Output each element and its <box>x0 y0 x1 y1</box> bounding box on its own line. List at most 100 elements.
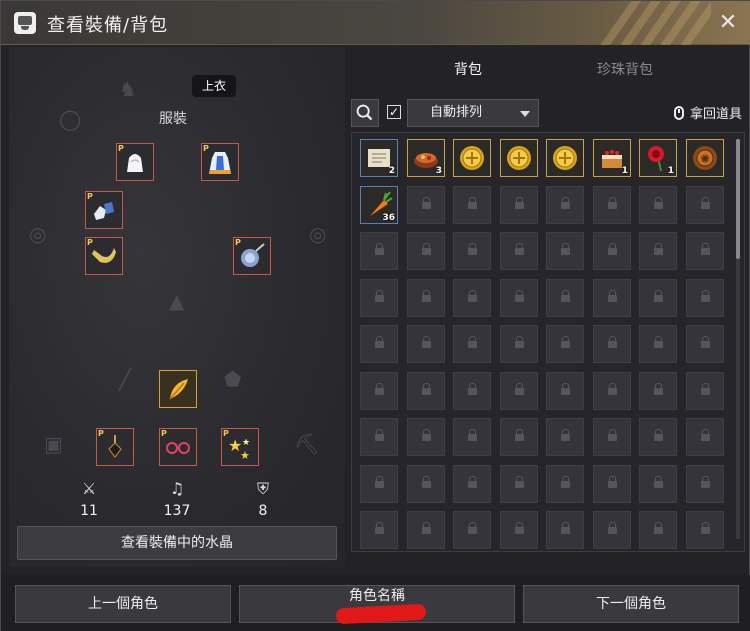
locked-slot[interactable] <box>686 511 724 549</box>
search-button[interactable] <box>351 99 379 127</box>
retrieve-items-button[interactable]: 拿回道具 <box>673 103 742 122</box>
inventory-item[interactable]: 36 <box>360 186 398 224</box>
locked-slot[interactable] <box>500 232 538 270</box>
main-weapon-slot[interactable]: P <box>85 237 123 275</box>
locked-slot[interactable] <box>407 372 445 410</box>
locked-slot[interactable] <box>686 418 724 456</box>
locked-slot[interactable] <box>593 186 631 224</box>
locked-slot[interactable] <box>546 372 584 410</box>
earring-slot[interactable]: P <box>96 428 134 466</box>
locked-slot[interactable] <box>360 418 398 456</box>
sub-weapon-slot[interactable]: P <box>233 237 271 275</box>
locked-slot[interactable] <box>593 465 631 503</box>
locked-slot[interactable] <box>686 186 724 224</box>
locked-slot[interactable] <box>407 418 445 456</box>
next-character-button[interactable]: 下一個角色 <box>523 585 739 623</box>
locked-slot[interactable] <box>453 372 491 410</box>
locked-slot[interactable] <box>407 186 445 224</box>
stars-icon: ★★★ <box>228 436 250 461</box>
inventory-item[interactable] <box>453 139 491 177</box>
tab-inventory[interactable]: 背包 <box>454 59 482 79</box>
locked-slot[interactable] <box>546 418 584 456</box>
locked-slot[interactable] <box>500 372 538 410</box>
locked-slot[interactable] <box>360 511 398 549</box>
locked-slot[interactable] <box>500 418 538 456</box>
lock-icon <box>608 197 617 209</box>
locked-slot[interactable] <box>407 465 445 503</box>
locked-slot[interactable] <box>500 465 538 503</box>
locked-slot[interactable] <box>500 279 538 317</box>
locked-slot[interactable] <box>546 465 584 503</box>
locked-slot[interactable] <box>360 465 398 503</box>
costume-gloves-slot[interactable]: P <box>85 191 123 229</box>
locked-slot[interactable] <box>453 232 491 270</box>
locked-slot[interactable] <box>686 279 724 317</box>
locked-slot[interactable] <box>407 232 445 270</box>
locked-slot[interactable] <box>360 372 398 410</box>
inventory-item[interactable] <box>500 139 538 177</box>
inventory-item[interactable]: ✺ <box>686 139 724 177</box>
locked-slot[interactable] <box>546 232 584 270</box>
locked-slot[interactable] <box>686 372 724 410</box>
locked-slot[interactable] <box>686 325 724 363</box>
locked-slot[interactable] <box>639 232 677 270</box>
sort-dropdown[interactable]: 自動排列 <box>407 99 539 127</box>
locked-slot[interactable] <box>686 465 724 503</box>
locked-slot[interactable] <box>639 325 677 363</box>
locked-slot[interactable] <box>407 325 445 363</box>
locked-slot[interactable] <box>360 279 398 317</box>
costume-top-slot[interactable]: P <box>201 143 239 181</box>
locked-slot[interactable] <box>500 186 538 224</box>
inventory-scrollbar[interactable] <box>736 139 740 539</box>
close-icon[interactable]: ✕ <box>715 10 741 36</box>
faded-ring-icon: ◎ <box>29 222 47 246</box>
locked-slot[interactable] <box>546 279 584 317</box>
locked-slot[interactable] <box>593 372 631 410</box>
tab-pearl-inventory[interactable]: 珍珠背包 <box>597 59 653 79</box>
gloves-icon <box>94 202 114 220</box>
locked-slot[interactable] <box>686 232 724 270</box>
auto-sort-checkbox[interactable]: ✓ <box>387 105 401 119</box>
svg-text:✺: ✺ <box>700 152 710 166</box>
locked-slot[interactable] <box>593 325 631 363</box>
locked-slot[interactable] <box>453 279 491 317</box>
view-crystals-button[interactable]: 查看裝備中的水晶 <box>17 526 337 560</box>
artifact-slot[interactable] <box>159 370 197 408</box>
locked-slot[interactable] <box>639 511 677 549</box>
locked-slot[interactable] <box>546 186 584 224</box>
locked-slot[interactable] <box>593 511 631 549</box>
locked-slot[interactable] <box>639 186 677 224</box>
inventory-item[interactable]: 2 <box>360 139 398 177</box>
locked-slot[interactable] <box>453 186 491 224</box>
locked-slot[interactable] <box>360 325 398 363</box>
previous-character-button[interactable]: 上一個角色 <box>15 585 231 623</box>
inventory-item[interactable]: 3 <box>407 139 445 177</box>
accessory-slot[interactable]: P ★ ★ ★ <box>221 428 259 466</box>
glasses-slot[interactable]: P <box>159 428 197 466</box>
locked-slot[interactable] <box>546 325 584 363</box>
lock-icon <box>468 243 477 255</box>
locked-slot[interactable] <box>453 418 491 456</box>
locked-slot[interactable] <box>593 232 631 270</box>
title-bar[interactable]: 查看裝備/背包 ✕ <box>1 1 750 45</box>
locked-slot[interactable] <box>360 232 398 270</box>
locked-slot[interactable] <box>407 511 445 549</box>
locked-slot[interactable] <box>546 511 584 549</box>
locked-slot[interactable] <box>639 279 677 317</box>
locked-slot[interactable] <box>593 418 631 456</box>
locked-slot[interactable] <box>500 325 538 363</box>
locked-slot[interactable] <box>407 279 445 317</box>
locked-slot[interactable] <box>453 325 491 363</box>
inventory-item[interactable] <box>546 139 584 177</box>
locked-slot[interactable] <box>453 511 491 549</box>
locked-slot[interactable] <box>639 372 677 410</box>
costume-helmet-slot[interactable]: P <box>116 143 154 181</box>
locked-slot[interactable] <box>639 418 677 456</box>
locked-slot[interactable] <box>593 279 631 317</box>
inventory-item[interactable]: 1 <box>639 139 677 177</box>
lock-icon <box>422 476 431 488</box>
locked-slot[interactable] <box>639 465 677 503</box>
locked-slot[interactable] <box>453 465 491 503</box>
inventory-item[interactable]: 1 <box>593 139 631 177</box>
locked-slot[interactable] <box>500 511 538 549</box>
